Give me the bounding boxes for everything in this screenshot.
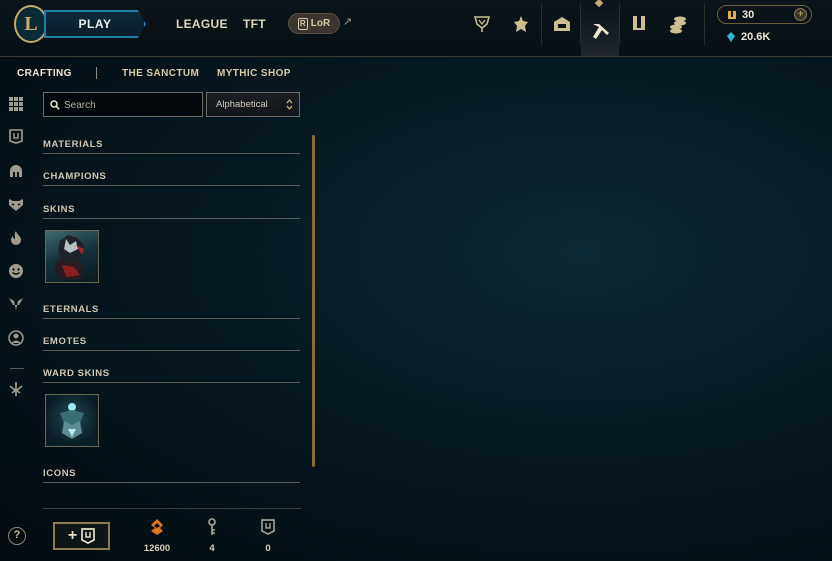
ward-skin-image (60, 403, 84, 439)
grid-icon[interactable] (8, 96, 26, 114)
wallet: 30 + 20.6K (717, 5, 812, 47)
section-materials[interactable]: MATERIALS (43, 130, 300, 154)
buy-rp-button[interactable]: + (794, 8, 807, 21)
league-logo-icon[interactable]: L (14, 5, 48, 43)
plus-label: + (67, 527, 78, 544)
chest-icon (261, 519, 275, 535)
chest-counter: 0 (248, 518, 288, 554)
skin-shard-image (54, 235, 84, 279)
be-balance: 20.6K (717, 28, 812, 46)
collection-book-icon[interactable] (620, 8, 658, 40)
scrollbar[interactable] (312, 135, 315, 467)
ward-skin-tile[interactable] (45, 394, 99, 447)
chest-icon (81, 528, 96, 544)
icon-divider (541, 3, 542, 45)
profile-icon[interactable] (8, 330, 26, 348)
tab-crafting[interactable]: CRAFTING (17, 68, 72, 79)
search-icon (50, 100, 60, 110)
section-ward-skins[interactable]: WARD SKINS (43, 359, 300, 383)
rp-balance[interactable]: 30 + (717, 5, 812, 24)
skin-shard-tile[interactable] (45, 230, 99, 283)
subnav-divider (96, 67, 97, 79)
add-chest-button[interactable]: + (53, 522, 110, 550)
search-box (43, 92, 203, 117)
store-chest-icon[interactable] (543, 8, 581, 40)
tab-the-sanctum[interactable]: THE SANCTUM (122, 68, 199, 79)
icon-divider (704, 3, 705, 45)
ranked-emblem-icon[interactable] (502, 8, 540, 40)
top-bar: L PLAY LEAGUE TFT R LoR ↗ 30 + 20.6K (0, 0, 832, 57)
be-value: 20.6K (741, 31, 771, 43)
section-icons[interactable]: ICONS (43, 459, 300, 483)
crafting-hammer-icon[interactable] (581, 4, 619, 56)
loot-list: MATERIALS CHAMPIONS SKINS ETERNALS EMOTE… (43, 130, 301, 508)
section-champions[interactable]: CHAMPIONS (43, 162, 300, 186)
sidebar-divider (10, 368, 24, 369)
eternal-icon[interactable] (8, 381, 26, 399)
sort-value: Alphabetical (216, 99, 268, 110)
sort-dropdown[interactable]: Alphabetical (206, 92, 300, 117)
footer-divider (43, 508, 301, 509)
chest-icon[interactable] (8, 128, 26, 146)
rp-icon (728, 10, 736, 19)
helmet-icon[interactable] (8, 163, 26, 181)
chest-value: 0 (265, 543, 271, 554)
key-fragment-icon (208, 518, 216, 535)
emote-face-icon[interactable] (8, 263, 26, 281)
orange-essence-counter: 12600 (137, 518, 177, 554)
lor-button[interactable]: R LoR (288, 13, 340, 34)
mask-icon[interactable] (8, 196, 26, 214)
chevron-updown-icon (286, 99, 293, 110)
ward-icon[interactable] (8, 296, 26, 314)
blue-essence-icon (727, 32, 735, 42)
rp-value: 30 (742, 8, 755, 21)
nav-league[interactable]: LEAGUE (176, 17, 228, 31)
external-link-icon: ↗ (343, 16, 353, 28)
loot-coins-icon[interactable] (659, 8, 697, 40)
tab-mythic-shop[interactable]: MYTHIC SHOP (217, 68, 291, 79)
orange-essence-value: 12600 (143, 543, 171, 554)
key-fragment-value: 4 (209, 543, 215, 554)
help-button[interactable]: ? (8, 527, 26, 545)
key-fragment-counter: 4 (192, 518, 232, 554)
search-input[interactable] (62, 96, 201, 114)
section-emotes[interactable]: EMOTES (43, 327, 300, 351)
lor-card-icon: R (297, 17, 308, 30)
orange-essence-icon (151, 519, 163, 535)
nav-tft[interactable]: TFT (243, 17, 266, 31)
flame-icon[interactable] (8, 230, 26, 248)
lor-label: LoR (310, 18, 331, 29)
section-eternals[interactable]: ETERNALS (43, 295, 300, 319)
worlds-trophy-icon[interactable] (463, 8, 501, 40)
section-skins[interactable]: SKINS (43, 195, 300, 219)
play-button[interactable]: PLAY (44, 10, 146, 38)
